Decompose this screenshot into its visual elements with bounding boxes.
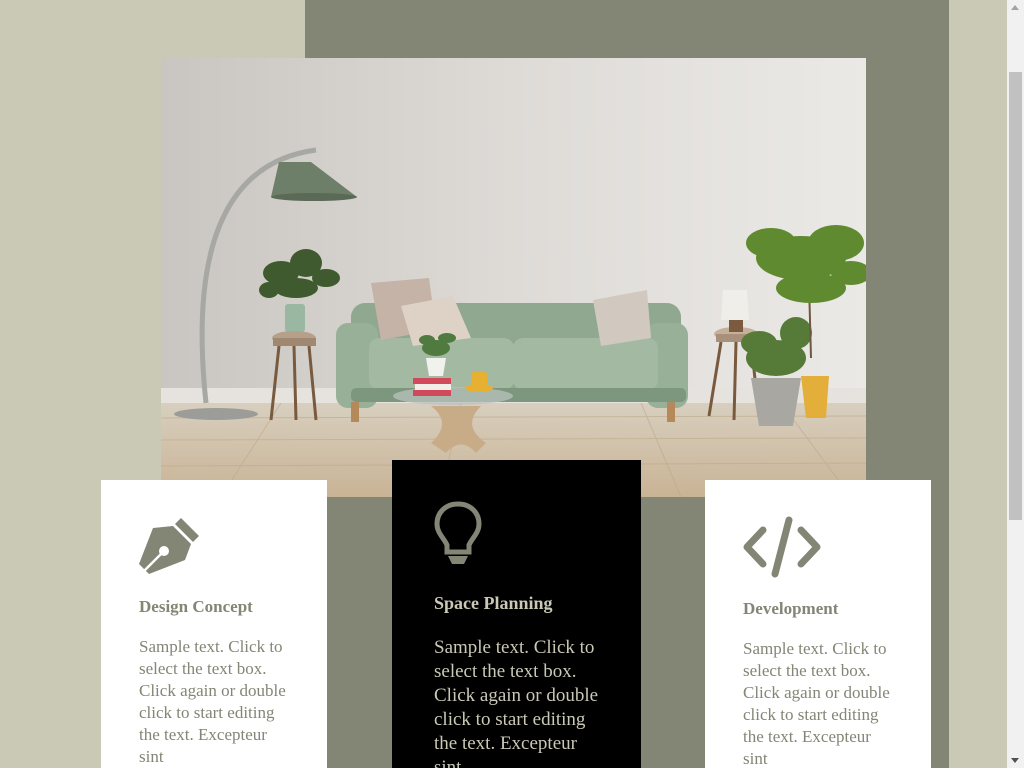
card-text: Sample text. Click to select the text bo… [139, 637, 286, 766]
card-title: Design Concept [139, 597, 253, 616]
code-icon [743, 516, 894, 583]
scroll-down-arrow-icon[interactable] [1011, 758, 1019, 763]
card-title: Space Planning [434, 593, 553, 613]
vertical-scrollbar[interactable] [1007, 0, 1024, 768]
pen-nib-icon [139, 516, 290, 581]
right-background-band [949, 0, 1007, 768]
lightbulb-icon [434, 500, 603, 571]
service-card-design-concept: Design Concept Sample text. Click to sel… [101, 480, 327, 768]
page: Design Concept Sample text. Click to sel… [0, 0, 1024, 768]
hero-image [161, 58, 866, 497]
service-card-development: Development Sample text. Click to select… [705, 480, 931, 768]
scroll-up-arrow-icon[interactable] [1011, 5, 1019, 10]
card-text: Sample text. Click to select the text bo… [434, 637, 599, 768]
card-title: Development [743, 599, 839, 618]
living-room-photo [161, 58, 866, 497]
service-card-space-planning: Space Planning Sample text. Click to sel… [392, 460, 641, 768]
card-text: Sample text. Click to select the text bo… [743, 639, 890, 768]
scrollbar-thumb[interactable] [1009, 72, 1022, 520]
